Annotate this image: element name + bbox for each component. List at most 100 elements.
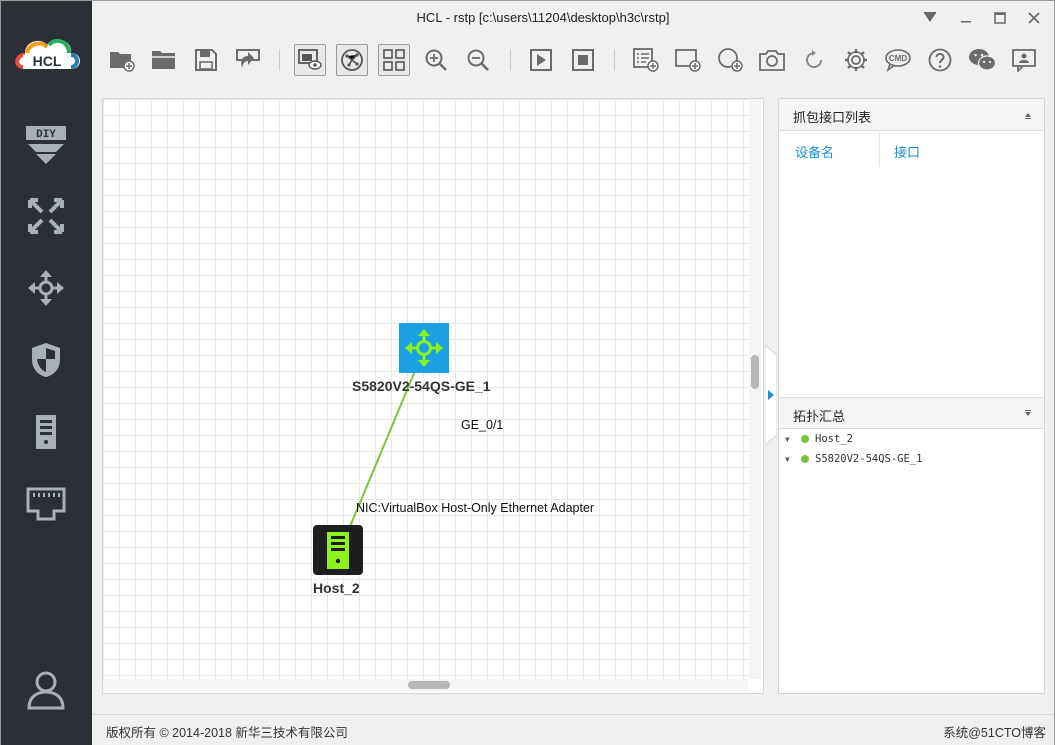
- chevron-up-icon: [1025, 113, 1031, 119]
- sidebar-item-diy[interactable]: DIY: [21, 119, 71, 169]
- canvas-grid[interactable]: S5820V2-54QS-GE_1 GE_0/1 Host_2 NIC:Virt…: [103, 99, 748, 679]
- host-label[interactable]: Host_2: [313, 580, 360, 596]
- wechat-icon: [969, 49, 996, 71]
- host-icon: [36, 415, 56, 449]
- title-bar: HCL - rstp [c:\users\11204\desktop\h3c\r…: [92, 1, 1054, 37]
- list-add-icon: [633, 48, 659, 72]
- sidebar-item-firewall[interactable]: [21, 335, 71, 385]
- capture-panel-header: 抓包接口列表: [779, 99, 1044, 131]
- stop-all-button[interactable]: [567, 44, 599, 76]
- logo-text: HCL: [33, 53, 62, 69]
- stop-icon: [572, 49, 594, 71]
- topology-view-button[interactable]: [336, 44, 368, 76]
- canvas-horizontal-scrollbar[interactable]: [103, 679, 748, 691]
- vertical-scroll-thumb[interactable]: [751, 355, 759, 389]
- screenshot-button[interactable]: [756, 44, 788, 76]
- router-icon: [28, 198, 64, 234]
- open-project-button[interactable]: [148, 44, 180, 76]
- save-button[interactable]: [190, 44, 222, 76]
- chevron-down-icon: [1025, 410, 1031, 416]
- zoom-out-icon: [467, 49, 489, 71]
- sidebar-item-switch[interactable]: [21, 263, 71, 313]
- cmd-button[interactable]: CMD: [882, 44, 914, 76]
- add-ellipse-button[interactable]: [714, 44, 746, 76]
- settings-button[interactable]: [840, 44, 872, 76]
- status-dot-icon: [801, 455, 809, 463]
- topo-summary-toggle[interactable]: [1020, 406, 1036, 422]
- column-header-device-name[interactable]: 设备名: [795, 142, 834, 161]
- cmd-icon: CMD: [885, 49, 911, 72]
- svg-text:CMD: CMD: [889, 54, 907, 63]
- window-title: HCL - rstp [c:\users\11204\desktop\h3c\r…: [416, 10, 670, 25]
- topo-summary-header: 拓扑汇总: [779, 397, 1044, 429]
- topo-item-label: Host_2: [815, 433, 853, 445]
- minimize-icon: [961, 21, 971, 23]
- help-button[interactable]: [924, 44, 956, 76]
- refresh-button[interactable]: [798, 44, 830, 76]
- main-toolbar: CMD: [92, 37, 1054, 83]
- switch-label[interactable]: S5820V2-54QS-GE_1: [352, 378, 491, 394]
- user-icon: [27, 671, 65, 710]
- expand-arrow-icon[interactable]: ▼: [785, 435, 797, 444]
- network-port-icon: [26, 487, 66, 521]
- sidebar-item-router[interactable]: [21, 191, 71, 241]
- close-button[interactable]: [1022, 7, 1046, 29]
- column-header-interface[interactable]: 接口: [894, 142, 920, 161]
- panel-collapse-handle[interactable]: [764, 343, 778, 447]
- wechat-button[interactable]: [966, 44, 998, 76]
- open-folder-icon: [152, 51, 175, 69]
- topo-item-switch[interactable]: ▼ S5820V2-54QS-GE_1: [785, 450, 922, 468]
- svg-text:DIY: DIY: [36, 129, 56, 141]
- sidebar-item-host[interactable]: [21, 407, 71, 457]
- status-right-text: 系统@51CTO博客: [943, 726, 1046, 740]
- save-icon: [195, 49, 217, 71]
- grid-button[interactable]: [378, 44, 410, 76]
- camera-icon: [759, 50, 785, 71]
- topo-item-label: S5820V2-54QS-GE_1: [815, 453, 923, 465]
- topology-icon: [341, 49, 363, 71]
- add-text-button[interactable]: [630, 44, 662, 76]
- switch-node[interactable]: [399, 323, 449, 373]
- capture-panel-title: 抓包接口列表: [793, 110, 872, 125]
- topology-canvas[interactable]: S5820V2-54QS-GE_1 GE_0/1 Host_2 NIC:Virt…: [102, 98, 764, 694]
- hcl-window: HCL DIY HCL - rstp [c:\users\11204\deskt…: [0, 0, 1055, 745]
- chevron-right-icon: [764, 343, 778, 447]
- topo-summary-title: 拓扑汇总: [793, 409, 846, 424]
- capture-panel-toggle[interactable]: [1020, 107, 1036, 123]
- host-node[interactable]: [313, 525, 363, 575]
- minimize-button[interactable]: [954, 7, 978, 29]
- new-folder-icon: [110, 52, 135, 72]
- canvas-vertical-scrollbar[interactable]: [749, 99, 761, 679]
- zoom-in-button[interactable]: [420, 44, 452, 76]
- show-labels-button[interactable]: [294, 44, 326, 76]
- toolbar-separator: [510, 49, 511, 71]
- horizontal-scroll-thumb[interactable]: [408, 681, 450, 689]
- help-icon: [928, 48, 952, 72]
- play-icon: [530, 49, 552, 71]
- menu-dropdown-button[interactable]: [918, 7, 942, 29]
- sidebar-item-user[interactable]: [21, 665, 71, 715]
- switch-port-label: GE_0/1: [461, 418, 504, 432]
- switch-icon: [399, 323, 449, 373]
- topo-item-host[interactable]: ▼ Host_2: [785, 430, 853, 448]
- expand-arrow-icon[interactable]: ▼: [785, 455, 797, 464]
- feedback-icon: [1012, 49, 1036, 72]
- maximize-icon: [994, 12, 1006, 24]
- copyright-text: 版权所有 © 2014-2018 新华三技术有限公司: [106, 726, 348, 740]
- switch-icon: [28, 270, 64, 306]
- feedback-button[interactable]: [1008, 44, 1040, 76]
- save-as-button[interactable]: [232, 44, 264, 76]
- new-project-button[interactable]: [106, 44, 138, 76]
- zoom-out-button[interactable]: [462, 44, 494, 76]
- start-all-button[interactable]: [525, 44, 557, 76]
- grid-icon: [383, 49, 405, 71]
- refresh-icon: [806, 50, 822, 68]
- sidebar-item-cloud[interactable]: [21, 479, 71, 529]
- column-divider: [879, 133, 880, 167]
- rectangle-add-icon: [675, 49, 701, 72]
- close-icon: [1028, 12, 1040, 24]
- add-rectangle-button[interactable]: [672, 44, 704, 76]
- maximize-button[interactable]: [988, 7, 1012, 29]
- host-icon: [313, 525, 363, 575]
- toolbar-separator: [279, 49, 280, 71]
